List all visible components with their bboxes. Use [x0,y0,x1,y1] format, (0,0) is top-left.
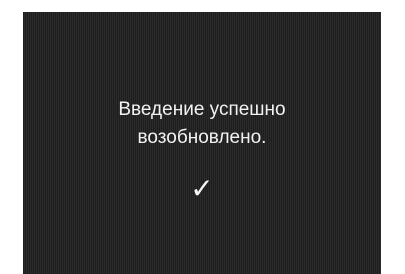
device-screen: Введение успешно возобновлено. ✓ [23,12,381,274]
status-message: Введение успешно возобновлено. [23,96,381,152]
status-message-line-1: Введение успешно [118,99,286,120]
checkmark-icon: ✓ [190,172,214,205]
status-message-line-2: возобновлено. [137,127,267,148]
